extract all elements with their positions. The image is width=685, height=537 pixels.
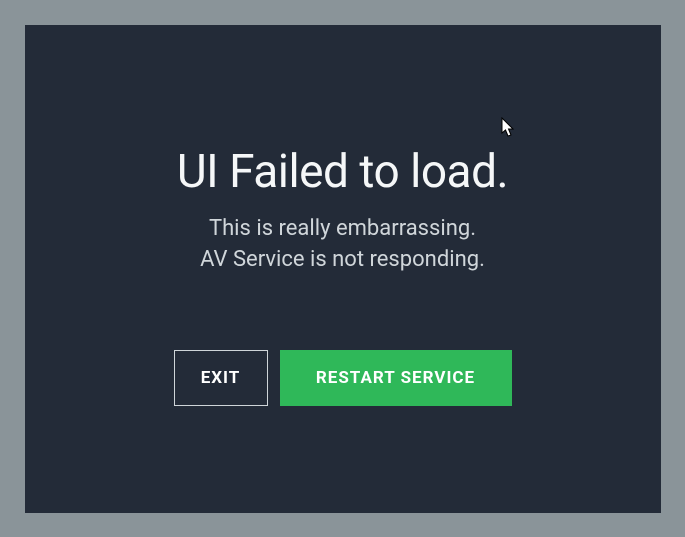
exit-button[interactable]: EXIT xyxy=(174,350,268,406)
restart-service-button[interactable]: RESTART SERVICE xyxy=(280,350,512,406)
dialog-subtitle-line2: AV Service is not responding. xyxy=(200,244,485,276)
dialog-title: UI Failed to load. xyxy=(177,145,508,199)
button-row: EXIT RESTART SERVICE xyxy=(174,350,512,406)
error-dialog: UI Failed to load. This is really embarr… xyxy=(25,25,661,513)
dialog-subtitle-line1: This is really embarrassing. xyxy=(209,213,476,245)
